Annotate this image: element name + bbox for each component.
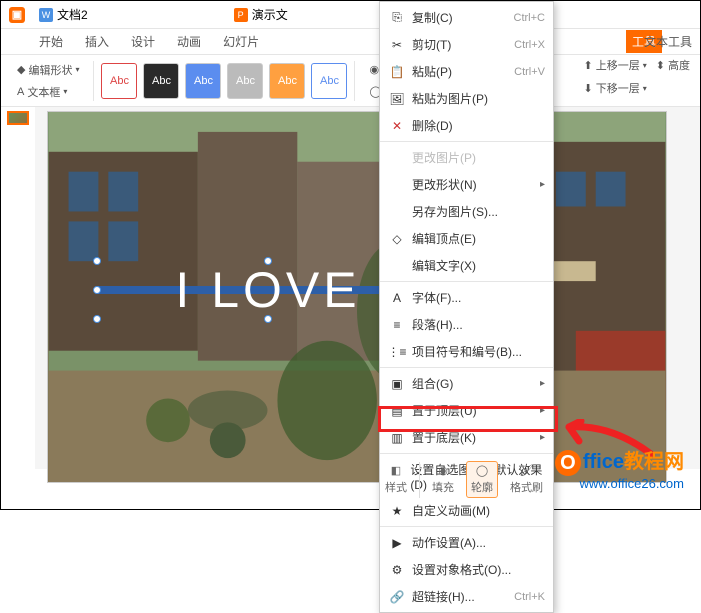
- style-preset-5[interactable]: Abc: [269, 63, 305, 99]
- word-doc-icon: W: [39, 8, 53, 22]
- ctx-action[interactable]: ▶动作设置(A)...: [380, 529, 553, 556]
- copy-icon: ⎘: [388, 10, 406, 25]
- ctx-format-object[interactable]: ⚙设置对象格式(O)...: [380, 556, 553, 583]
- link-icon: 🔗: [388, 590, 406, 604]
- style-preset-4[interactable]: Abc: [227, 63, 263, 99]
- ctx-custom-anim[interactable]: ★自定义动画(M): [380, 497, 553, 524]
- fill-icon2: ◉: [438, 464, 448, 477]
- group-icon: ▣: [388, 377, 406, 391]
- bottom-fill[interactable]: ◉填充: [428, 462, 458, 497]
- style-preset-1[interactable]: Abc: [101, 63, 137, 99]
- ctx-to-top[interactable]: ▤置于顶层(U)▸: [380, 397, 553, 424]
- ctx-delete[interactable]: ✕删除(D): [380, 112, 553, 139]
- edit-shape-icon: ◆: [17, 63, 25, 76]
- context-menu: ⎘复制(C)Ctrl+C ✂剪切(T)Ctrl+X 📋粘贴(P)Ctrl+V 🖼…: [379, 1, 554, 613]
- watermark-o-icon: O: [555, 450, 581, 476]
- bottom-format-painter[interactable]: 🖌格式刷: [506, 462, 547, 497]
- ctx-bullets[interactable]: ⋮≡项目符号和编号(B)...: [380, 338, 553, 365]
- style-preset-3[interactable]: Abc: [185, 63, 221, 99]
- ctx-font[interactable]: A字体(F)...: [380, 284, 553, 311]
- tab-anim[interactable]: 动画: [167, 29, 211, 54]
- ctx-paste-pic[interactable]: 🖼粘贴为图片(P): [380, 85, 553, 112]
- bottom-layer-icon: ▥: [388, 431, 406, 445]
- anim-icon: ★: [388, 504, 406, 518]
- style-preset-6[interactable]: Abc: [311, 63, 347, 99]
- outline-icon2: ◯: [476, 464, 488, 477]
- watermark: Office教程网 www.office26.com: [555, 445, 684, 491]
- app-icon: ▣: [9, 7, 25, 23]
- tab-start[interactable]: 开始: [29, 29, 73, 54]
- bullets-icon: ⋮≡: [388, 345, 406, 359]
- right-tools: ⬆上移一层▾⬍高度 ⬇下移一层▾: [580, 55, 694, 98]
- font-icon: A: [388, 291, 406, 305]
- ctx-change-pic: 更改图片(P): [380, 144, 553, 171]
- ribbon-tabs: 开始 插入 设计 动画 幻灯片: [1, 29, 700, 55]
- ctx-cut[interactable]: ✂剪切(T)Ctrl+X: [380, 31, 553, 58]
- fill-icon: ◉: [369, 63, 379, 76]
- doc-tab-1-label: 文档2: [57, 6, 88, 23]
- ctx-change-shape[interactable]: 更改形状(N)▸: [380, 171, 553, 198]
- height-icon: ⬍: [656, 59, 665, 72]
- action-icon: ▶: [388, 536, 406, 550]
- slide-thumbnail-1[interactable]: [7, 111, 29, 125]
- ctx-group[interactable]: ▣组合(G)▸: [380, 370, 553, 397]
- format-icon: ⚙: [388, 563, 406, 577]
- paste-pic-icon: 🖼: [388, 92, 406, 106]
- delete-icon: ✕: [388, 119, 406, 133]
- doc-tab-2[interactable]: P 演示文: [226, 6, 296, 23]
- tab-insert[interactable]: 插入: [75, 29, 119, 54]
- ctx-edit-vertex[interactable]: ◇编辑顶点(E): [380, 225, 553, 252]
- paste-icon: 📋: [388, 65, 406, 79]
- tab-design[interactable]: 设计: [121, 29, 165, 54]
- ctx-paragraph[interactable]: ≡段落(H)...: [380, 311, 553, 338]
- down-layer-icon: ⬇: [584, 82, 593, 95]
- paragraph-icon: ≡: [388, 318, 406, 332]
- style-icon: ◧: [391, 464, 401, 477]
- bottom-toolbar: ◧样式 ◉填充 ◯轮廓 🖌格式刷: [381, 461, 547, 498]
- bottom-outline[interactable]: ◯轮廓: [466, 461, 498, 498]
- ctx-copy[interactable]: ⎘复制(C)Ctrl+C: [380, 4, 553, 31]
- down-layer-button[interactable]: ⬇下移一层▾: [580, 78, 694, 98]
- top-layer-icon: ▤: [388, 404, 406, 418]
- up-layer-button[interactable]: ⬆上移一层▾⬍高度: [580, 55, 694, 75]
- painter-icon: 🖌: [520, 464, 534, 477]
- bottom-style[interactable]: ◧样式: [381, 462, 411, 497]
- tab-texttools[interactable]: 文本工具: [636, 30, 700, 53]
- doc-tab-1[interactable]: W 文档2: [31, 6, 96, 23]
- ctx-to-bottom[interactable]: ▥置于底层(K)▸: [380, 424, 553, 451]
- doc-tab-2-label: 演示文: [252, 6, 288, 23]
- up-layer-icon: ⬆: [584, 59, 593, 72]
- watermark-url: www.office26.com: [555, 476, 684, 491]
- ctx-save-as-pic[interactable]: 另存为图片(S)...: [380, 198, 553, 225]
- slide-text: I LOVE: [175, 261, 360, 319]
- ctx-hyperlink[interactable]: 🔗超链接(H)...Ctrl+K: [380, 583, 553, 610]
- ppt-doc-icon: P: [234, 8, 248, 22]
- ctx-paste[interactable]: 📋粘贴(P)Ctrl+V: [380, 58, 553, 85]
- edit-shape-button[interactable]: ◆编辑形状▾: [13, 60, 83, 80]
- thumbnail-panel: [1, 107, 35, 469]
- tab-slide[interactable]: 幻灯片: [213, 29, 269, 54]
- style-preset-2[interactable]: Abc: [143, 63, 179, 99]
- vertex-icon: ◇: [388, 232, 406, 246]
- workspace: I LOVE: [1, 107, 700, 469]
- titlebar: ▣ W 文档2 P 演示文: [1, 1, 700, 29]
- ctx-edit-text[interactable]: 编辑文字(X): [380, 252, 553, 279]
- cut-icon: ✂: [388, 38, 406, 52]
- textbox-icon: A: [17, 86, 24, 98]
- slide-canvas[interactable]: I LOVE: [47, 111, 667, 483]
- textbox-button[interactable]: A文本框▾: [13, 82, 83, 102]
